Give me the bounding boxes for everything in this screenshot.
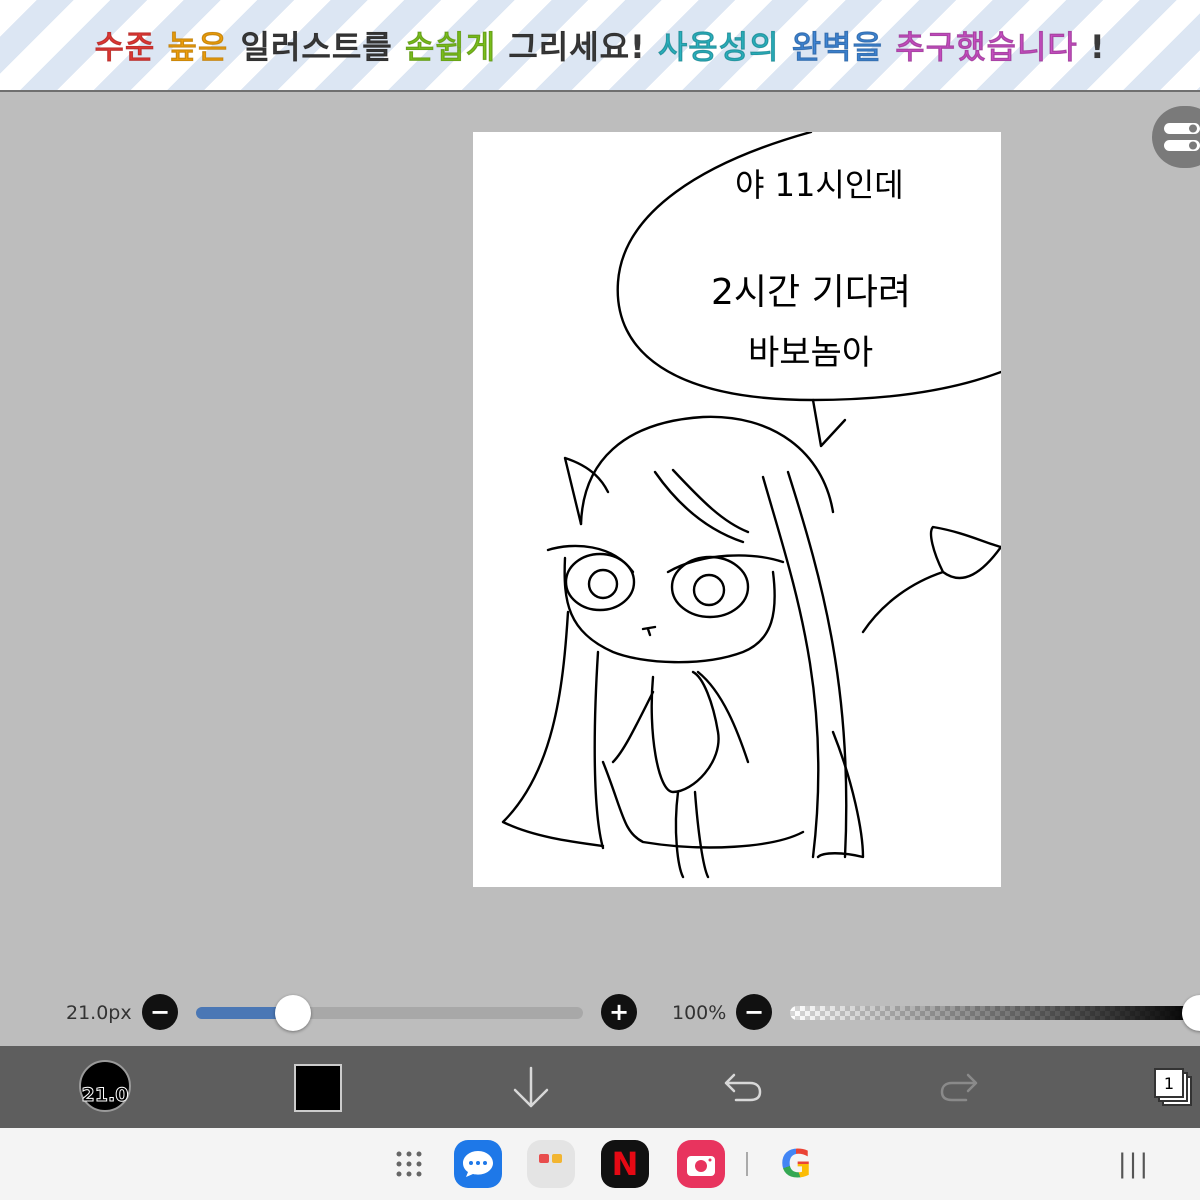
banner-segment: 일러스트를 [240,28,405,67]
sketch-artwork: 야 11시인데 2시간 기다려 바보놈아 [501,132,1001,879]
netflix-app-button[interactable]: N [601,1140,649,1188]
messages-app-icon [463,1151,493,1177]
undo-icon [724,1073,762,1102]
recents-button[interactable]: ||| [1110,1140,1158,1188]
speech-bubble-text: 야 11시인데 2시간 기다려 바보놈아 [711,166,911,373]
brush-size-slider-thumb[interactable] [274,995,311,1031]
app-drawer-icon [396,1151,422,1177]
color-swatch-button[interactable] [294,1064,342,1112]
banner-segment: 손쉽게 [404,28,509,67]
recents-icon: ||| [1117,1149,1151,1179]
banner-segment: 수준 [94,28,168,67]
speech-line-3: 바보놈아 [748,333,873,373]
opacity-decrease-button[interactable]: − [736,994,772,1030]
banner-segment: 그리세요! [508,28,658,67]
minus-icon: − [149,998,171,1026]
folder-app-button[interactable] [527,1140,575,1188]
layer-count: 1 [1164,1074,1174,1093]
brush-size-label: 21.0px [66,1002,132,1024]
brush-size-increase-button[interactable]: + [601,994,637,1030]
app-drawer-button[interactable] [385,1140,433,1188]
undo-button[interactable] [720,1066,766,1108]
speech-line-2: 2시간 기다려 [711,272,911,313]
banner-segment: 추구했습니다 [895,28,1078,67]
brush-size-decrease-button[interactable]: − [142,994,178,1030]
netflix-app-icon: N [611,1145,639,1183]
opacity-label: 100% [672,1002,727,1024]
system-taskbar: N G ||| [0,1128,1200,1200]
drawing-canvas[interactable]: 야 11시인데 2시간 기다려 바보놈아 [473,132,1001,887]
speech-line-1: 야 11시인데 [735,166,904,204]
banner-segment: 사용성의 [657,28,792,67]
canvas-workspace[interactable]: 야 11시인데 2시간 기다려 바보놈아 [0,92,1200,1046]
download-arrow-icon [513,1066,549,1108]
minus-icon: − [743,998,765,1026]
messages-app-button[interactable] [454,1140,502,1188]
brush-size-value: 21.0 [81,1084,129,1107]
taskbar-divider [746,1152,748,1176]
redo-button[interactable] [936,1066,982,1108]
promo-banner-text: 수준 높은 일러스트를 손쉽게 그리세요! 사용성의 완벽을 추구했습니다 ! [94,22,1105,68]
panel-toggle-button[interactable] [1152,106,1200,168]
banner-segment: ! [1077,28,1106,67]
layers-icon: 1 [1154,1068,1192,1106]
promo-banner[interactable]: 수준 높은 일러스트를 손쉽게 그리세요! 사용성의 완벽을 추구했습니다 ! [0,0,1200,92]
opacity-slider-thumb[interactable] [1182,995,1200,1031]
camera-app-icon [687,1156,715,1176]
download-button[interactable] [508,1062,554,1112]
bottom-toolbar: 21.0 1 [0,1046,1200,1128]
folder-app-icon [539,1154,562,1163]
brush-size-button[interactable]: 21.0 [79,1060,131,1112]
opacity-slider[interactable] [790,995,1200,1031]
camera-app-button[interactable] [677,1140,725,1188]
plus-icon: + [608,998,630,1026]
brush-settings-row: 21.0px − + 100% − [0,980,1200,1044]
brush-size-slider[interactable] [196,995,583,1031]
google-app-icon: G [780,1142,812,1186]
toggle-switches-icon [1164,123,1200,151]
banner-segment: 높은 [167,28,241,67]
banner-segment: 완벽을 [791,28,896,67]
layers-button[interactable]: 1 [1150,1064,1196,1110]
google-app-button[interactable]: G [772,1140,820,1188]
redo-icon [940,1073,978,1102]
